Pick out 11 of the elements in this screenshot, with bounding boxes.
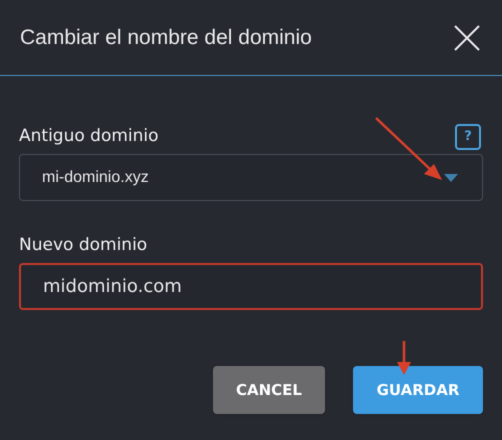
close-button[interactable]: [452, 22, 482, 52]
field-label: Nuevo dominio: [19, 234, 148, 258]
close-icon: [454, 24, 480, 50]
domain-dropdown[interactable]: mi-dominio.xyz: [19, 154, 483, 201]
caret-icon: [444, 174, 458, 182]
dialog-title: Cambiar el nombre del dominio: [20, 24, 312, 51]
field-label: Antiguo dominio: [19, 125, 159, 148]
input-field[interactable]: midominio.com: [19, 263, 483, 310]
help-button[interactable]: ?: [455, 124, 481, 150]
cancel-button[interactable]: CANCEL: [213, 366, 325, 414]
save-button[interactable]: GUARDAR: [353, 366, 483, 414]
